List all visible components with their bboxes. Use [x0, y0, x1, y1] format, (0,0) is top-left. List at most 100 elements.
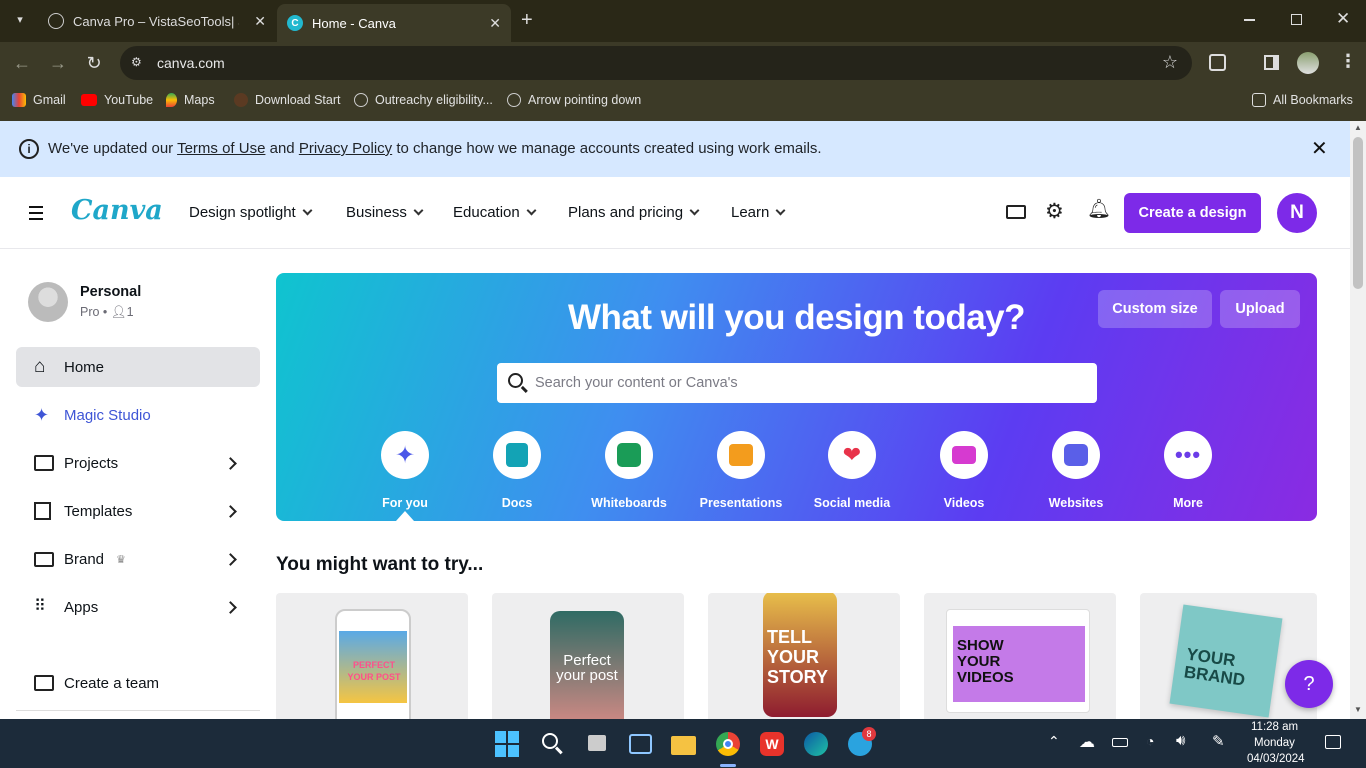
terms-link[interactable]: Terms of Use: [177, 140, 265, 157]
sidebar-item-label: Brand: [64, 550, 105, 568]
url-text[interactable]: canva.com: [157, 55, 225, 71]
chevron-right-icon[interactable]: [224, 456, 237, 470]
sidebar-item-label: Templates: [64, 502, 133, 520]
minimize-icon[interactable]: [1244, 19, 1255, 21]
desktop-app-icon[interactable]: [1006, 205, 1026, 219]
clock-time[interactable]: 11:28 am: [1251, 721, 1298, 733]
create-design-button[interactable]: Create a design: [1124, 193, 1261, 233]
menu-icon[interactable]: ⋮: [1339, 51, 1357, 72]
hamburger-menu-icon[interactable]: [29, 206, 43, 220]
volume-icon[interactable]: 🔊︎: [1176, 732, 1185, 749]
address-bar[interactable]: ⚙ canva.com ☆: [120, 46, 1192, 80]
task-view-icon[interactable]: [585, 731, 611, 757]
nav-learn[interactable]: Learn: [731, 204, 786, 221]
bookmark-youtube[interactable]: YouTube: [81, 93, 153, 107]
restore-icon[interactable]: [1291, 14, 1302, 25]
wifi-icon[interactable]: ◔: [1146, 733, 1154, 749]
scroll-up-arrow[interactable]: ▲: [1354, 123, 1362, 132]
category-videos[interactable]: Videos: [908, 431, 1020, 510]
settings-gear-icon[interactable]: ⚙: [1045, 201, 1064, 222]
pen-icon[interactable]: ✎: [1212, 732, 1225, 750]
privacy-link[interactable]: Privacy Policy: [299, 140, 392, 157]
chrome-icon[interactable]: [715, 731, 741, 757]
scroll-down-arrow[interactable]: ▼: [1354, 705, 1362, 714]
battery-icon[interactable]: [1112, 738, 1128, 747]
suggestion-card[interactable]: TELL YOUR STORY: [708, 593, 900, 719]
suggestion-card[interactable]: Perfect your post: [492, 593, 684, 719]
custom-size-button[interactable]: Custom size: [1098, 290, 1212, 328]
nav-plans-pricing[interactable]: Plans and pricing: [568, 204, 700, 221]
maps-icon: [166, 93, 177, 107]
widgets-icon[interactable]: [628, 731, 654, 757]
avatar[interactable]: N: [1277, 193, 1317, 233]
sidebar-item-templates[interactable]: Templates: [16, 491, 260, 531]
wps-office-icon[interactable]: W: [759, 731, 785, 757]
all-bookmarks[interactable]: All Bookmarks: [1252, 93, 1353, 107]
category-label: Websites: [1048, 496, 1104, 510]
account-switcher[interactable]: Personal Pro • 👤︎1: [28, 279, 260, 325]
new-tab-icon[interactable]: +: [521, 9, 533, 32]
bookmark-outreachy[interactable]: Outreachy eligibility...: [354, 93, 493, 107]
category-presentations[interactable]: Presentations: [685, 431, 797, 510]
tab-home-canva[interactable]: C Home - Canva ✕: [277, 4, 511, 42]
bookmark-maps[interactable]: Maps: [166, 93, 215, 107]
suggestion-card[interactable]: PERFECT YOUR POST: [276, 593, 468, 719]
chevron-right-icon[interactable]: [224, 504, 237, 518]
notice-prefix: We've updated our: [48, 140, 178, 157]
sidebar-item-brand[interactable]: Brand ♛: [16, 539, 260, 579]
close-icon[interactable]: ✕: [489, 15, 501, 32]
notification-center-icon[interactable]: [1325, 735, 1341, 749]
website-icon: [1052, 431, 1100, 479]
nav-design-spotlight[interactable]: Design spotlight: [189, 204, 313, 221]
category-websites[interactable]: Websites: [1020, 431, 1132, 510]
sidebar-item-apps[interactable]: ⠿ Apps: [16, 587, 260, 627]
category-docs[interactable]: Docs: [461, 431, 573, 510]
tab-vistaseotools[interactable]: Canva Pro – VistaSeoTools| SEO ✕: [38, 7, 276, 35]
profile-icon[interactable]: [1297, 52, 1319, 74]
upload-button[interactable]: Upload: [1220, 290, 1300, 328]
category-social-media[interactable]: ❤ Social media: [796, 431, 908, 510]
nav-education[interactable]: Education: [453, 204, 537, 221]
file-explorer-icon[interactable]: [671, 731, 697, 757]
search-input[interactable]: [535, 363, 1085, 403]
edge-icon[interactable]: [803, 731, 829, 757]
close-icon[interactable]: ✕: [254, 13, 266, 30]
notifications-bell-icon[interactable]: 🔔︎: [1087, 200, 1111, 219]
search-icon[interactable]: [540, 731, 566, 757]
site-info-icon[interactable]: ⚙: [131, 55, 142, 69]
help-button[interactable]: ?: [1285, 660, 1333, 708]
suggestion-card[interactable]: SHOW YOUR VIDEOS: [924, 593, 1116, 719]
star-icon[interactable]: ☆: [1162, 52, 1178, 73]
extensions-icon[interactable]: [1209, 54, 1226, 71]
start-windows-icon[interactable]: [495, 731, 521, 757]
back-icon[interactable]: ←: [11, 52, 33, 74]
tab-search-icon[interactable]: ▾: [10, 10, 30, 30]
canva-logo[interactable]: Canva: [71, 195, 163, 226]
show-hidden-icons[interactable]: ⌃: [1048, 733, 1060, 750]
close-window-icon[interactable]: ✕: [1336, 9, 1350, 29]
page-scrollbar[interactable]: ▲ ▼: [1350, 121, 1366, 719]
forward-icon[interactable]: →: [47, 52, 69, 74]
category-more[interactable]: ••• More: [1132, 431, 1244, 510]
clock-day[interactable]: Monday: [1254, 737, 1295, 749]
chevron-right-icon[interactable]: [224, 552, 237, 566]
telegram-icon[interactable]: 8: [847, 727, 876, 757]
sparkles-icon: ✦: [381, 431, 429, 479]
onedrive-cloud-icon[interactable]: ☁: [1079, 732, 1095, 752]
sidebar-item-projects[interactable]: Projects: [16, 443, 260, 483]
clock-date[interactable]: 04/03/2024: [1247, 753, 1305, 765]
category-for-you[interactable]: ✦ For you: [349, 431, 461, 510]
chevron-right-icon[interactable]: [224, 600, 237, 614]
reload-icon[interactable]: ↻: [83, 52, 105, 74]
category-whiteboards[interactable]: Whiteboards: [573, 431, 685, 510]
sidebar-item-home[interactable]: ⌂ Home: [16, 347, 260, 387]
bookmark-download-start[interactable]: Download Start: [234, 93, 340, 107]
scrollbar-thumb[interactable]: [1353, 137, 1363, 289]
sidebar-item-magic-studio[interactable]: ✦ Magic Studio: [16, 395, 260, 435]
create-team-link[interactable]: Create a team: [16, 663, 260, 703]
side-panel-icon[interactable]: [1264, 55, 1279, 70]
bookmark-gmail[interactable]: Gmail: [12, 93, 66, 107]
bookmark-arrow[interactable]: Arrow pointing down: [507, 93, 641, 107]
close-icon[interactable]: ✕: [1311, 136, 1328, 161]
nav-business[interactable]: Business: [346, 204, 424, 221]
